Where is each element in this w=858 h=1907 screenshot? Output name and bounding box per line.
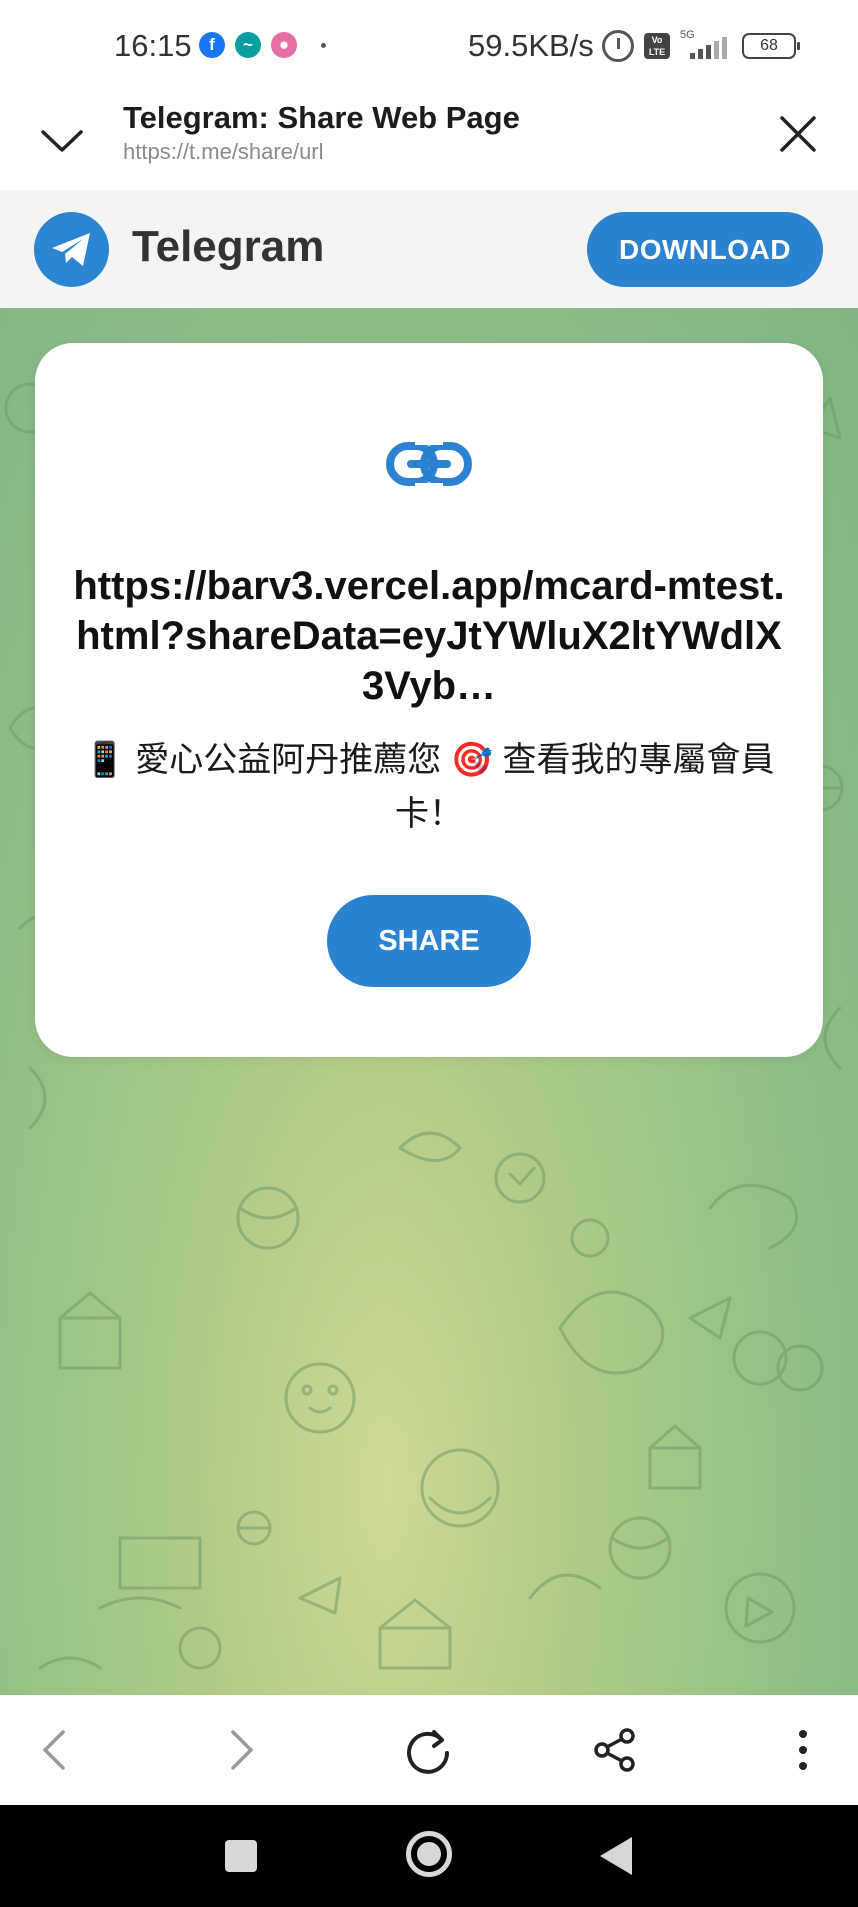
browser-header: Telegram: Share Web Page https://t.me/sh… [0,96,858,190]
wave-app-icon: ~ [235,32,261,58]
system-nav-bar [0,1805,858,1907]
notification-icons: f ~ ● [199,32,326,58]
page-title: Telegram: Share Web Page [123,100,520,135]
browser-toolbar [0,1695,858,1805]
signal-icon: 5G [680,29,732,61]
share-card: https://barv3.vercel.app/mcard-mtest.htm… [35,343,823,1057]
telegram-banner: Telegram DOWNLOAD [0,190,858,308]
share-button[interactable]: SHARE [327,895,531,987]
battery-icon: 68 [742,33,800,59]
share-icon[interactable] [588,1723,642,1777]
more-icon[interactable] [776,1723,830,1777]
close-icon[interactable] [776,112,820,156]
system-icons: Vo LTE 5G 68 [602,29,800,62]
facebook-icon: f [199,32,225,58]
home-button[interactable] [406,1831,452,1877]
status-time: 16:15 [114,28,192,63]
shared-url: https://barv3.vercel.app/mcard-mtest.htm… [73,564,785,708]
paper-plane-icon [51,232,90,266]
back-button[interactable] [600,1837,632,1875]
more-notifications-dot [321,42,326,48]
forward-icon[interactable] [214,1723,268,1777]
recents-button[interactable] [225,1840,257,1872]
pink-app-icon: ● [271,32,297,58]
telegram-logo [34,212,109,287]
back-icon[interactable] [28,1723,82,1777]
download-button[interactable]: DOWNLOAD [587,212,823,287]
volte-icon: Vo LTE [644,33,670,59]
page-url: https://t.me/share/url [123,139,324,164]
alarm-icon [602,30,634,62]
network-speed: 59.5KB/s [468,28,594,63]
status-bar: 16:15 f ~ ● 59.5KB/s Vo LTE 5G 68 [0,0,858,96]
reload-icon[interactable] [401,1723,455,1777]
link-icon [386,439,472,489]
telegram-name: Telegram [132,222,325,271]
chevron-down-icon[interactable] [40,118,84,162]
share-description: 📱 愛心公益阿丹推薦您 🎯 查看我的專屬會員卡！ [83,741,775,833]
